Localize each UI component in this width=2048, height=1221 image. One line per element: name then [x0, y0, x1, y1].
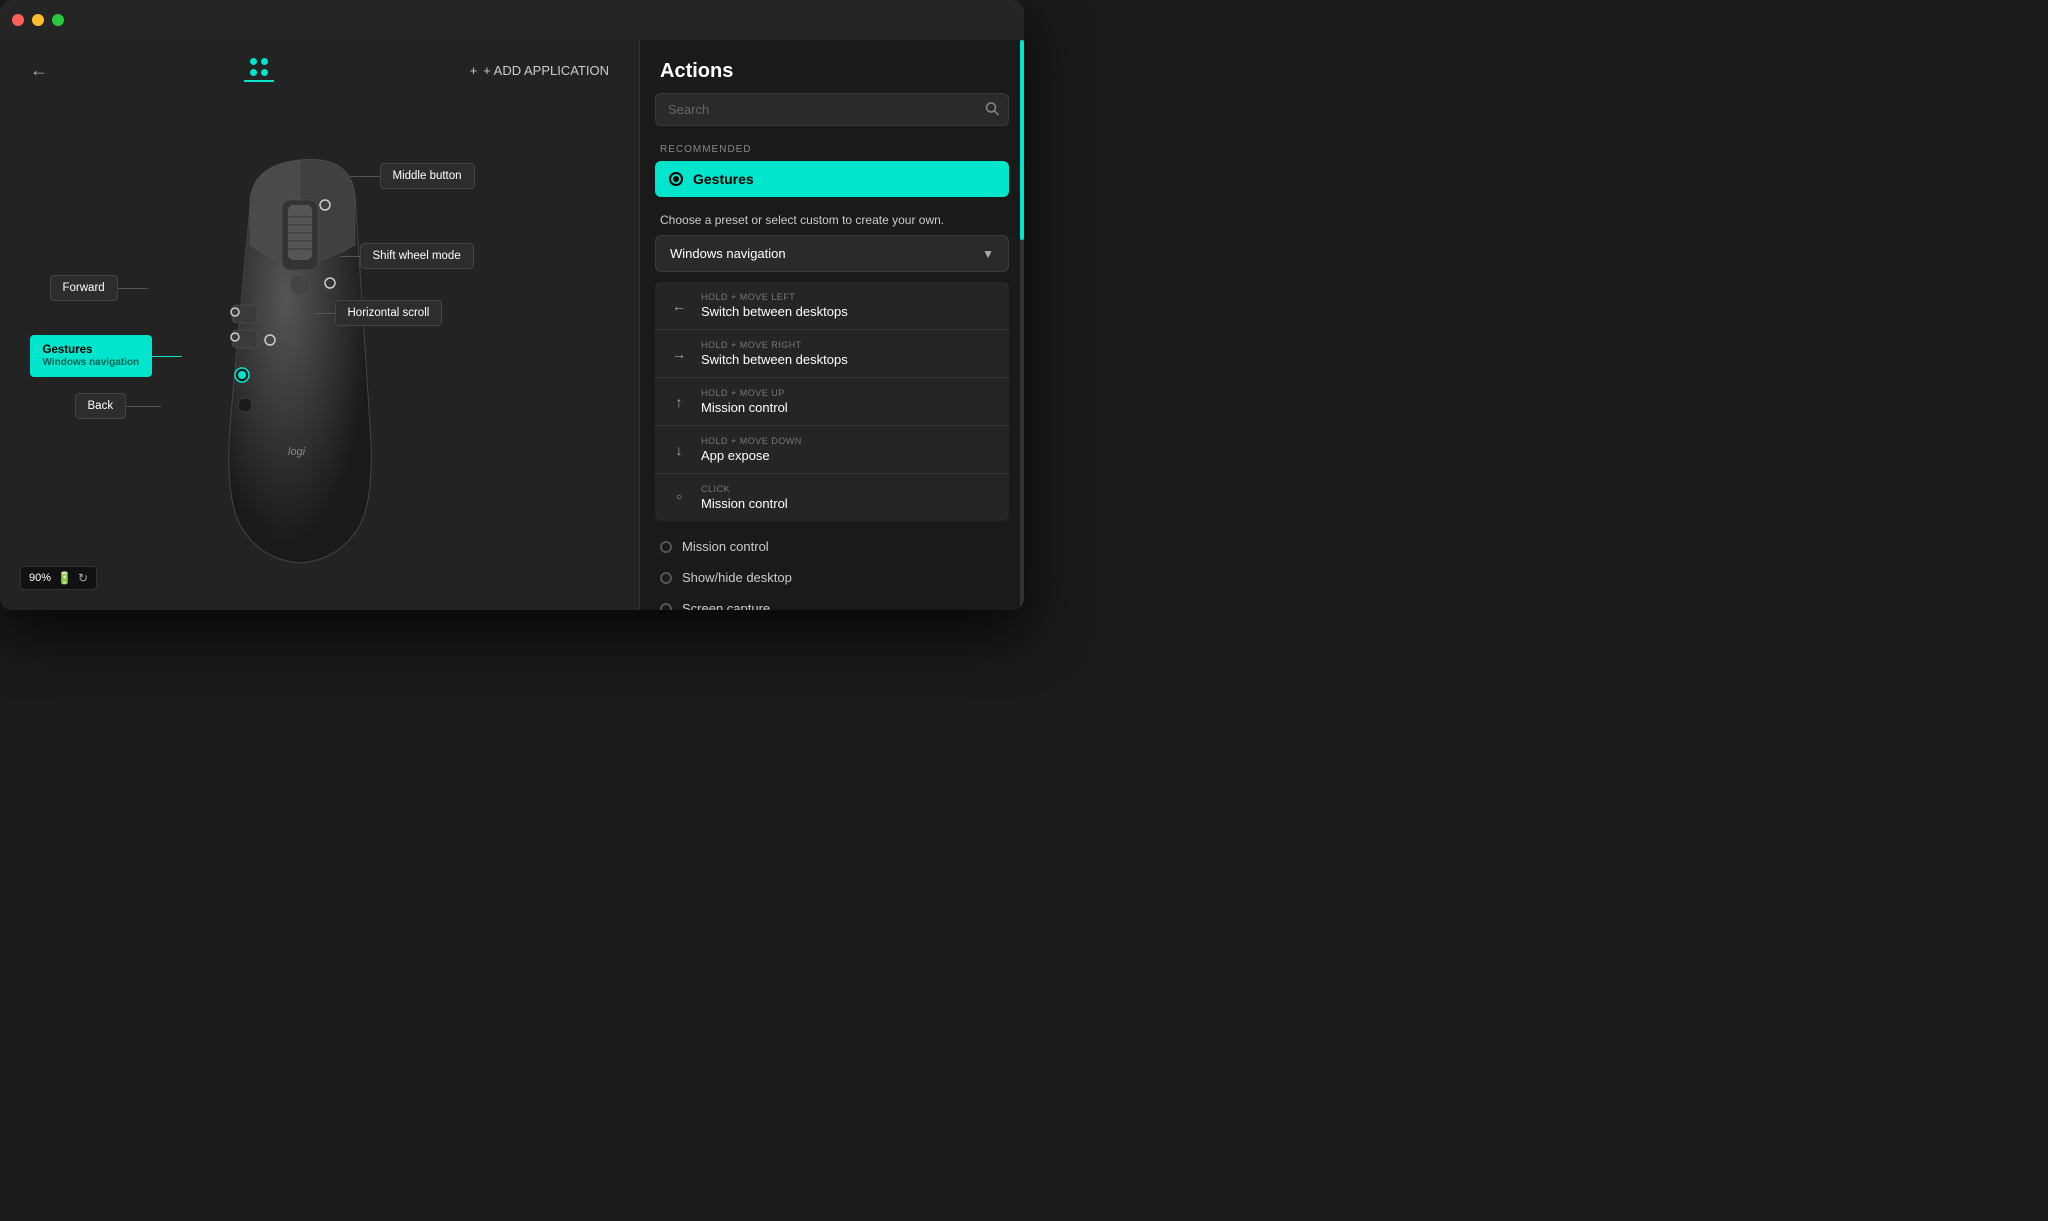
click-icon: ○	[669, 492, 689, 503]
gesture-action-up: Mission control	[701, 400, 995, 415]
other-action-show-hide[interactable]: Show/hide desktop	[660, 562, 1004, 593]
other-action-screen-capture[interactable]: Screen capture	[660, 593, 1004, 610]
battery-icon: 🔋	[57, 571, 72, 585]
dot1	[250, 58, 257, 65]
other-action-label-mission: Mission control	[682, 539, 769, 554]
connector-line-forward	[118, 288, 148, 289]
other-radio-screen-capture	[660, 603, 672, 611]
gesture-cmd-left: HOLD + MOVE LEFT	[701, 292, 995, 302]
sync-icon: ↻	[78, 571, 88, 585]
preset-dropdown-label: Windows navigation	[670, 246, 786, 261]
dot4	[261, 69, 268, 76]
middle-button-label[interactable]: Middle button	[380, 163, 475, 189]
gestures-item-label: Gestures	[693, 171, 754, 187]
gestures-action-item[interactable]: Gestures	[655, 161, 1009, 197]
gestures-radio-inner	[673, 176, 679, 182]
gesture-item-up[interactable]: ↑ HOLD + MOVE UP Mission control	[655, 378, 1009, 426]
gesture-cmd-right: HOLD + MOVE RIGHT	[701, 340, 995, 350]
preset-description: Choose a preset or select custom to crea…	[640, 207, 1024, 235]
back-label[interactable]: Back	[75, 393, 127, 419]
gesture-action-down: App expose	[701, 448, 995, 463]
gesture-list: ← HOLD + MOVE LEFT Switch between deskto…	[655, 282, 1009, 521]
add-application-button[interactable]: + + ADD APPLICATION	[470, 63, 609, 78]
search-bar	[655, 93, 1009, 126]
connector-line-back	[126, 406, 161, 407]
right-panel-scroll[interactable]: RECOMMENDED Gestures Choose a preset or …	[640, 136, 1024, 610]
back-callout[interactable]: Back	[75, 393, 162, 419]
gesture-info-right: HOLD + MOVE RIGHT Switch between desktop…	[701, 340, 995, 367]
scrollbar-thumb[interactable]	[1020, 40, 1024, 240]
other-radio-mission	[660, 541, 672, 553]
svg-text:logi: logi	[288, 446, 306, 458]
other-actions: Mission control Show/hide desktop Screen…	[640, 521, 1024, 610]
other-action-label-screen-capture: Screen capture	[682, 601, 770, 610]
horizontal-scroll-label[interactable]: Horizontal scroll	[335, 300, 443, 326]
app-window: ← + + ADD APPLICATION	[0, 0, 1024, 610]
dot3	[250, 69, 257, 76]
shift-wheel-label[interactable]: Shift wheel mode	[360, 243, 474, 269]
close-button[interactable]	[12, 14, 24, 26]
titlebar	[0, 0, 1024, 40]
fullscreen-button[interactable]	[52, 14, 64, 26]
gesture-item-down[interactable]: ↓ HOLD + MOVE DOWN App expose	[655, 426, 1009, 474]
gesture-item-click[interactable]: ○ CLICK Mission control	[655, 474, 1009, 521]
arrow-down-icon: ↓	[669, 442, 689, 458]
gesture-cmd-up: HOLD + MOVE UP	[701, 388, 995, 398]
chevron-down-icon: ▼	[982, 247, 994, 261]
dot2	[261, 58, 268, 65]
apps-dots	[250, 58, 268, 76]
arrow-up-icon: ↑	[669, 394, 689, 410]
apps-underline	[244, 80, 274, 82]
connector-line-middle	[350, 176, 380, 177]
connector-line-hscroll	[315, 313, 335, 314]
gesture-action-click: Mission control	[701, 496, 995, 511]
gestures-callout[interactable]: Gestures Windows navigation	[30, 335, 183, 377]
connector-line-shift	[340, 256, 360, 257]
right-panel: Actions RECOMMENDED	[639, 40, 1024, 610]
battery-bar: 90% 🔋 ↻	[20, 566, 97, 590]
gesture-cmd-click: CLICK	[701, 484, 995, 494]
other-action-mission-control[interactable]: Mission control	[660, 531, 1004, 562]
arrow-right-icon: →	[669, 346, 689, 362]
gesture-item-right[interactable]: → HOLD + MOVE RIGHT Switch between deskt…	[655, 330, 1009, 378]
gesture-info-left: HOLD + MOVE LEFT Switch between desktops	[701, 292, 995, 319]
forward-label[interactable]: Forward	[50, 275, 118, 301]
arrow-left-icon: ←	[669, 298, 689, 314]
search-input[interactable]	[655, 93, 1009, 126]
top-bar: ← + + ADD APPLICATION	[0, 40, 639, 100]
plus-icon: +	[470, 63, 478, 78]
gestures-radio	[669, 172, 683, 186]
apps-icon[interactable]	[244, 58, 274, 82]
connector-line-gestures	[152, 356, 182, 357]
middle-button-callout[interactable]: Middle button	[350, 163, 475, 189]
mouse-visual-area: logi	[20, 125, 620, 585]
gesture-info-down: HOLD + MOVE DOWN App expose	[701, 436, 995, 463]
recommended-label: RECOMMENDED	[640, 136, 1024, 161]
preset-dropdown[interactable]: Windows navigation ▼	[655, 235, 1009, 272]
battery-percent: 90%	[29, 572, 51, 584]
gesture-info-up: HOLD + MOVE UP Mission control	[701, 388, 995, 415]
main-area: ← + + ADD APPLICATION	[0, 40, 1024, 610]
minimize-button[interactable]	[32, 14, 44, 26]
back-button[interactable]: ←	[30, 60, 48, 81]
other-action-label-show-hide: Show/hide desktop	[682, 570, 792, 585]
mouse-svg: logi	[170, 145, 430, 565]
mouse-container: logi	[0, 100, 639, 610]
gesture-item-left[interactable]: ← HOLD + MOVE LEFT Switch between deskto…	[655, 282, 1009, 330]
gestures-label[interactable]: Gestures Windows navigation	[30, 335, 153, 377]
left-panel: ← + + ADD APPLICATION	[0, 40, 639, 610]
forward-callout[interactable]: Forward	[50, 275, 148, 301]
apps-icon-area	[68, 58, 450, 82]
actions-title: Actions	[640, 40, 1024, 93]
add-app-label: + ADD APPLICATION	[483, 63, 609, 78]
gesture-action-left: Switch between desktops	[701, 304, 995, 319]
horizontal-scroll-callout[interactable]: Horizontal scroll	[315, 300, 443, 326]
gesture-info-click: CLICK Mission control	[701, 484, 995, 511]
shift-wheel-callout[interactable]: Shift wheel mode	[340, 243, 474, 269]
gesture-cmd-down: HOLD + MOVE DOWN	[701, 436, 995, 446]
scrollbar-track	[1020, 40, 1024, 610]
other-radio-show-hide	[660, 572, 672, 584]
search-icon[interactable]	[985, 101, 999, 118]
gesture-action-right: Switch between desktops	[701, 352, 995, 367]
